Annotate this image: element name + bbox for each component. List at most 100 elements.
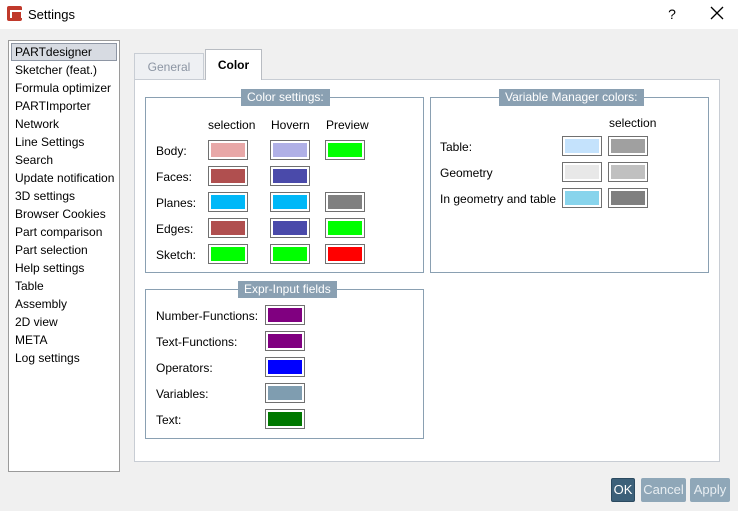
swatch-fill (611, 191, 645, 205)
sidebar-item-search[interactable]: Search (11, 151, 117, 169)
swatch-fill (211, 195, 245, 209)
row-label-edges: Edges: (156, 222, 194, 236)
variables-swatch[interactable] (265, 383, 305, 403)
sidebar-item-help-settings[interactable]: Help settings (11, 259, 117, 277)
swatch-fill (328, 143, 362, 157)
swatch-fill (565, 139, 599, 153)
header-hovern: Hovern (271, 118, 310, 132)
sketch-preview-swatch[interactable] (325, 244, 365, 264)
row-label-number-functions: Number-Functions: (156, 309, 259, 323)
swatch-fill (328, 247, 362, 261)
body-hovern-swatch[interactable] (270, 140, 310, 160)
geometry-and-table-color-swatch[interactable] (562, 188, 602, 208)
expr-input-fields-group: Expr-Input fields Number-Functions: Text… (145, 281, 424, 439)
row-label-geometry: Geometry (440, 166, 493, 180)
row-label-planes: Planes: (156, 196, 197, 210)
apply-button[interactable]: Apply (690, 478, 730, 502)
swatch-fill (611, 139, 645, 153)
sidebar-item-3d-settings[interactable]: 3D settings (11, 187, 117, 205)
row-label-body: Body: (156, 144, 187, 158)
sketch-selection-swatch[interactable] (208, 244, 248, 264)
color-tab-panel: Color settings: selection Hovern Preview… (134, 79, 720, 462)
planes-selection-swatch[interactable] (208, 192, 248, 212)
swatch-fill (273, 247, 307, 261)
geometry-color-swatch[interactable] (562, 162, 602, 182)
sidebar-item-table[interactable]: Table (11, 277, 117, 295)
title-bar: Settings ? (0, 0, 738, 29)
swatch-fill (268, 412, 302, 426)
body-preview-swatch[interactable] (325, 140, 365, 160)
edges-preview-swatch[interactable] (325, 218, 365, 238)
sidebar-item-network[interactable]: Network (11, 115, 117, 133)
window-title: Settings (28, 7, 75, 22)
faces-selection-swatch[interactable] (208, 166, 248, 186)
cancel-button[interactable]: Cancel (641, 478, 686, 502)
edges-hovern-swatch[interactable] (270, 218, 310, 238)
sidebar-item-2d-view[interactable]: 2D view (11, 313, 117, 331)
color-settings-group: Color settings: selection Hovern Preview… (145, 89, 424, 273)
row-label-faces: Faces: (156, 170, 193, 184)
sidebar-item-sketcher[interactable]: Sketcher (feat.) (11, 61, 117, 79)
color-settings-title: Color settings: (241, 89, 330, 106)
header-selection: selection (208, 118, 256, 132)
sidebar-item-line-settings[interactable]: Line Settings (11, 133, 117, 151)
number-functions-swatch[interactable] (265, 305, 305, 325)
variable-manager-title: Variable Manager colors: (499, 89, 644, 106)
geometry-and-table-selection-swatch[interactable] (608, 188, 648, 208)
sidebar-item-meta[interactable]: META (11, 331, 117, 349)
swatch-fill (565, 165, 599, 179)
row-label-table: Table: (440, 140, 473, 154)
ok-button[interactable]: OK (611, 478, 635, 502)
tab-general[interactable]: General (134, 53, 204, 79)
close-icon (710, 6, 724, 20)
swatch-fill (211, 143, 245, 157)
row-label-in-geometry-and-table: In geometry and table (440, 192, 557, 206)
sidebar-item-browser-cookies[interactable]: Browser Cookies (11, 205, 117, 223)
sidebar-item-partdesigner[interactable]: PARTdesigner (11, 43, 117, 61)
sidebar-item-assembly[interactable]: Assembly (11, 295, 117, 313)
row-label-variables: Variables: (156, 387, 209, 401)
swatch-fill (328, 195, 362, 209)
sidebar-item-log-settings[interactable]: Log settings (11, 349, 117, 367)
variable-manager-colors-group: Variable Manager colors: selection Table… (430, 89, 709, 273)
swatch-fill (268, 334, 302, 348)
edges-selection-swatch[interactable] (208, 218, 248, 238)
text-functions-swatch[interactable] (265, 331, 305, 351)
sidebar-item-update-notification[interactable]: Update notification (11, 169, 117, 187)
swatch-fill (273, 143, 307, 157)
row-label-text: Text: (156, 413, 182, 427)
geometry-selection-swatch[interactable] (608, 162, 648, 182)
row-label-operators: Operators: (156, 361, 213, 375)
sidebar-item-part-comparison[interactable]: Part comparison (11, 223, 117, 241)
table-selection-swatch[interactable] (608, 136, 648, 156)
header-selection: selection (609, 116, 657, 130)
swatch-fill (611, 165, 645, 179)
help-button[interactable]: ? (662, 4, 682, 24)
swatch-fill (273, 221, 307, 235)
settings-category-list[interactable]: PARTdesigner Sketcher (feat.) Formula op… (8, 40, 120, 472)
swatch-fill (211, 247, 245, 261)
sidebar-item-part-selection[interactable]: Part selection (11, 241, 117, 259)
row-label-sketch: Sketch: (156, 248, 197, 262)
swatch-fill (273, 195, 307, 209)
tab-color[interactable]: Color (205, 49, 262, 80)
expr-input-title: Expr-Input fields (238, 281, 337, 298)
text-swatch[interactable] (265, 409, 305, 429)
table-color-swatch[interactable] (562, 136, 602, 156)
planes-hovern-swatch[interactable] (270, 192, 310, 212)
planes-preview-swatch[interactable] (325, 192, 365, 212)
sketch-hovern-swatch[interactable] (270, 244, 310, 264)
operators-swatch[interactable] (265, 357, 305, 377)
body-selection-swatch[interactable] (208, 140, 248, 160)
swatch-fill (268, 360, 302, 374)
row-label-text-functions: Text-Functions: (156, 335, 238, 349)
header-preview: Preview (326, 118, 369, 132)
swatch-fill (268, 386, 302, 400)
swatch-fill (565, 191, 599, 205)
sidebar-item-partimporter[interactable]: PARTImporter (11, 97, 117, 115)
close-button[interactable] (705, 4, 729, 24)
faces-hovern-swatch[interactable] (270, 166, 310, 186)
sidebar-item-formula-optimizer[interactable]: Formula optimizer (11, 79, 117, 97)
swatch-fill (328, 221, 362, 235)
app-icon (7, 6, 23, 21)
